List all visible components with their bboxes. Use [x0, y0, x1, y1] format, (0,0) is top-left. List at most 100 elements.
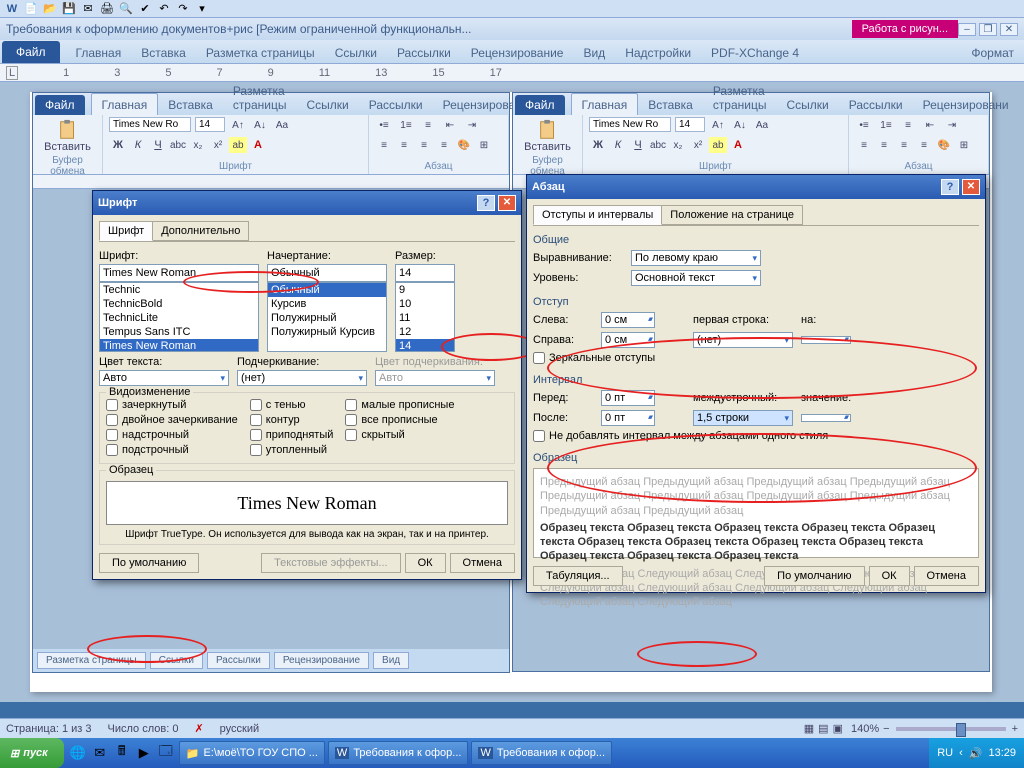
- chk-dblstrike[interactable]: двойное зачеркивание: [106, 414, 238, 426]
- mini2-file[interactable]: Файл: [515, 95, 565, 115]
- align-combo[interactable]: По левому краю: [631, 250, 761, 266]
- strike-icon[interactable]: abc: [169, 137, 187, 153]
- mirror-checkbox[interactable]: Зеркальные отступы: [533, 352, 979, 364]
- position-tab[interactable]: Положение на странице: [661, 205, 803, 225]
- chk-engrave[interactable]: утопленный: [250, 444, 334, 456]
- font-list[interactable]: Technic TechnicBold TechnicLite Tempus S…: [99, 282, 259, 352]
- ql-player-icon[interactable]: ▶: [134, 743, 154, 763]
- context-tab[interactable]: Работа с рисун...: [852, 20, 958, 38]
- right-spin[interactable]: 0 см: [601, 332, 655, 348]
- tab-insert[interactable]: Вставка: [131, 42, 196, 63]
- mini2-tab-layout[interactable]: Разметка страницы: [703, 80, 777, 115]
- underline-icon[interactable]: Ч: [149, 137, 167, 153]
- ql-ie-icon[interactable]: 🌐: [68, 743, 88, 763]
- zoom-value[interactable]: 140%: [851, 723, 879, 735]
- mini-tab-layout[interactable]: Разметка страницы: [223, 80, 297, 115]
- level-combo[interactable]: Основной текст: [631, 270, 761, 286]
- preview-icon[interactable]: 🔍: [118, 1, 134, 17]
- italic-icon[interactable]: К: [129, 137, 147, 153]
- mini2-tab-refs[interactable]: Ссылки: [776, 94, 838, 115]
- wordcount[interactable]: Число слов: 0: [108, 723, 179, 735]
- sub-icon[interactable]: x₂: [189, 137, 207, 153]
- undo-icon[interactable]: ↶: [156, 1, 172, 17]
- indent-icon[interactable]: ⇥: [463, 117, 481, 133]
- fontcolor-icon[interactable]: A: [249, 137, 267, 153]
- chk-sub[interactable]: подстрочный: [106, 444, 238, 456]
- view-print-icon[interactable]: ▣: [833, 722, 843, 735]
- case-icon[interactable]: Aa: [273, 117, 291, 133]
- tab-addons[interactable]: Надстройки: [615, 42, 701, 63]
- advanced-tab[interactable]: Дополнительно: [152, 221, 249, 241]
- restore-button[interactable]: ❐: [979, 23, 997, 36]
- tab-review[interactable]: Рецензирование: [461, 42, 574, 63]
- sup-icon[interactable]: x²: [209, 137, 227, 153]
- ql-calc-icon[interactable]: 🖩: [112, 743, 132, 763]
- taskbar-item[interactable]: 📁E:\моё\ТО ГОУ СПО ...: [179, 741, 325, 765]
- size-list[interactable]: 9 10 11 12 14: [395, 282, 455, 352]
- mini2-tab-review[interactable]: Рецензировани: [913, 94, 1019, 115]
- save-icon[interactable]: 💾: [61, 1, 77, 17]
- ruler-toggle[interactable]: L: [6, 66, 18, 80]
- justify-icon[interactable]: ≡: [435, 137, 453, 153]
- default-button[interactable]: По умолчанию: [764, 566, 864, 586]
- tab-home[interactable]: Главная: [66, 42, 132, 63]
- tab-format[interactable]: Формат: [961, 42, 1024, 63]
- mini-tab-refs[interactable]: Ссылки: [296, 94, 358, 115]
- ql-desktop-icon[interactable]: 🗔: [156, 743, 176, 763]
- align-left-icon[interactable]: ≡: [375, 137, 393, 153]
- mini-tab-home[interactable]: Главная: [91, 93, 159, 115]
- tab-file[interactable]: Файл: [2, 41, 60, 63]
- new-icon[interactable]: 📄: [23, 1, 39, 17]
- left-spin[interactable]: 0 см: [601, 312, 655, 328]
- ok-button[interactable]: ОК: [869, 566, 910, 586]
- more-icon[interactable]: ▾: [194, 1, 210, 17]
- paste-button[interactable]: Вставить: [39, 117, 96, 155]
- multilevel-icon[interactable]: ≡: [419, 117, 437, 133]
- taskbar-item[interactable]: WТребования к офор...: [328, 741, 469, 765]
- tab-view[interactable]: Вид: [573, 42, 615, 63]
- tray-expand-icon[interactable]: ‹: [959, 747, 963, 759]
- bullets-icon[interactable]: •≡: [375, 117, 393, 133]
- firstline-combo[interactable]: (нет): [693, 332, 793, 348]
- proof-icon[interactable]: ✗: [194, 722, 203, 735]
- chk-outline[interactable]: контур: [250, 414, 334, 426]
- align-center-icon[interactable]: ≡: [395, 137, 413, 153]
- start-button[interactable]: ⊞пуск: [0, 738, 64, 768]
- close-icon[interactable]: ✕: [962, 179, 980, 195]
- mini2-tab-home[interactable]: Главная: [571, 93, 639, 115]
- grow-font-icon[interactable]: A↑: [229, 117, 247, 133]
- indents-tab[interactable]: Отступы и интервалы: [533, 205, 662, 225]
- close-icon[interactable]: ✕: [498, 195, 516, 211]
- size-input[interactable]: [395, 264, 455, 282]
- chk-strike[interactable]: зачеркнутый: [106, 399, 238, 411]
- cancel-button[interactable]: Отмена: [914, 566, 979, 586]
- numbering-icon[interactable]: 1≡: [397, 117, 415, 133]
- paste-button-2[interactable]: Вставить: [519, 117, 576, 155]
- tray-clock[interactable]: 13:29: [988, 747, 1016, 759]
- shrink-font-icon[interactable]: A↓: [251, 117, 269, 133]
- zoom-slider[interactable]: [896, 727, 1006, 731]
- after-spin[interactable]: 0 пт: [601, 410, 655, 426]
- language[interactable]: русский: [220, 723, 259, 735]
- linespacing-combo[interactable]: 1,5 строки: [693, 410, 793, 426]
- view-web-icon[interactable]: ▤: [818, 722, 828, 735]
- chk-allcaps[interactable]: все прописные: [345, 414, 454, 426]
- minimize-button[interactable]: –: [958, 23, 976, 36]
- textcolor-combo[interactable]: Авто: [99, 370, 229, 386]
- tab-layout[interactable]: Разметка страницы: [196, 42, 325, 63]
- underline-combo[interactable]: (нет): [237, 370, 367, 386]
- btab-refs[interactable]: Ссылки: [150, 652, 203, 669]
- tabs-button[interactable]: Табуляция...: [533, 566, 623, 586]
- page-status[interactable]: Страница: 1 из 3: [6, 723, 92, 735]
- spell-icon[interactable]: ✔: [137, 1, 153, 17]
- chk-shadow[interactable]: с тенью: [250, 399, 334, 411]
- btab-layout[interactable]: Разметка страницы: [37, 652, 146, 669]
- view-normal-icon[interactable]: ▦: [804, 722, 814, 735]
- tab-mail[interactable]: Рассылки: [387, 42, 461, 63]
- align-right-icon[interactable]: ≡: [415, 137, 433, 153]
- font-name-combo[interactable]: Times New Ro: [109, 117, 191, 132]
- font-name-combo-2[interactable]: Times New Ro: [589, 117, 671, 132]
- ql-mail-icon[interactable]: ✉: [90, 743, 110, 763]
- chk-emboss[interactable]: приподнятый: [250, 429, 334, 441]
- close-button[interactable]: ✕: [1000, 23, 1018, 36]
